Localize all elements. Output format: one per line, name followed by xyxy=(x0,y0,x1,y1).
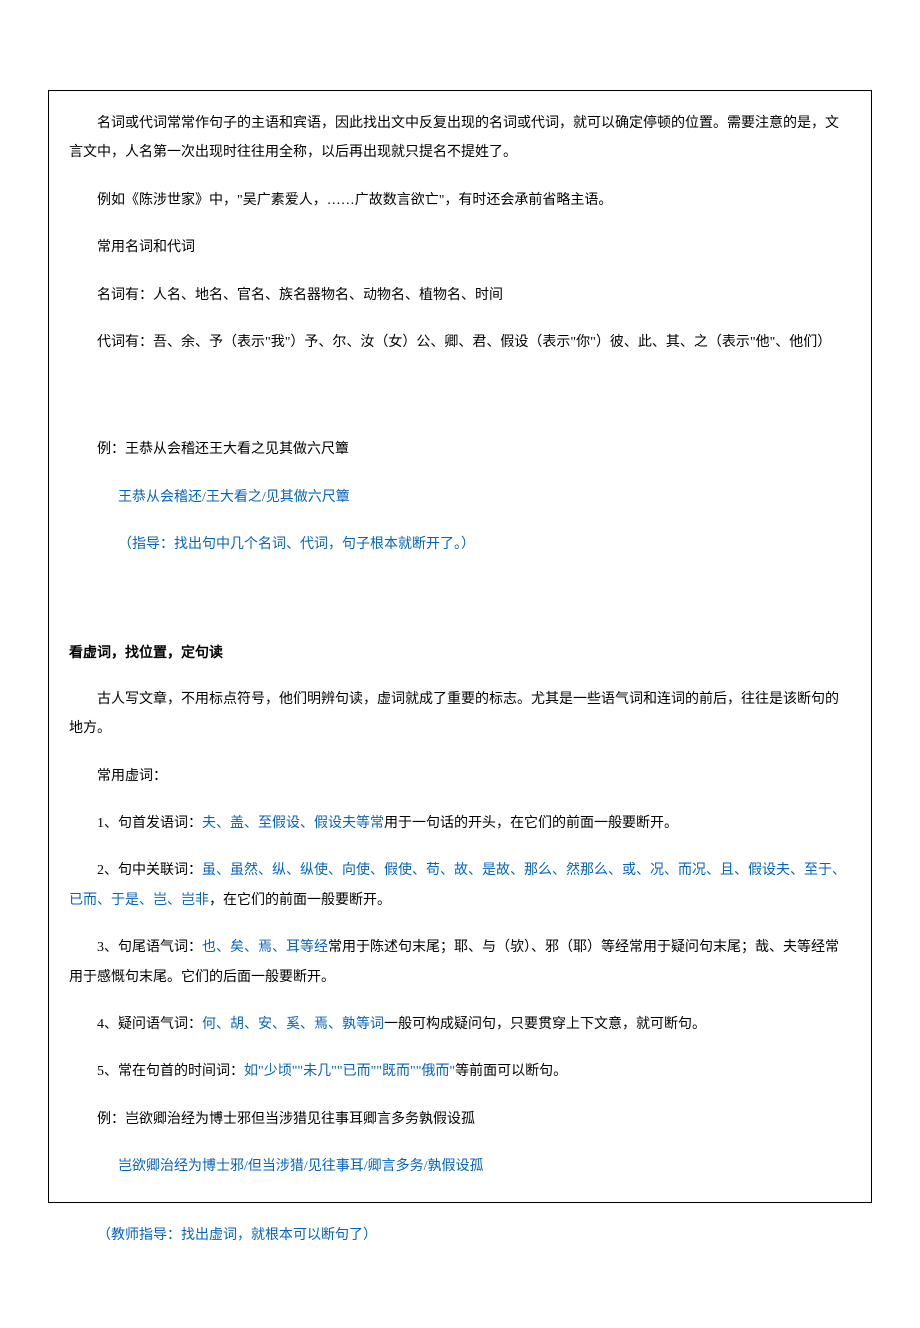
spacer xyxy=(69,578,851,638)
highlighted-terms: 夫、盖、至假设、假设夫等常 xyxy=(202,816,384,831)
example-prompt: 例：岂欲卿治经为博士邪但当涉猎见往事耳卿言多务孰假设孤 xyxy=(69,1105,851,1134)
example-answer: 王恭从会稽还/王大看之/见其做六尺簟 xyxy=(69,483,851,512)
content-box: 名词或代词常常作句子的主语和宾语，因此找出文中反复出现的名词或代词，就可以确定停… xyxy=(48,90,872,1203)
section-heading: 看虚词，找位置，定句读 xyxy=(69,638,851,667)
item-tail: 一般可构成疑问句，只要贯穿上下文意，就可断句。 xyxy=(384,1017,706,1032)
item-tail: 用于一句话的开头，在它们的前面一般要断开。 xyxy=(384,816,678,831)
example-prompt: 例：王恭从会稽还王大看之见其做六尺簟 xyxy=(69,435,851,464)
highlighted-text: 王恭从会稽还/王大看之/见其做六尺簟 xyxy=(118,490,350,505)
highlighted-text: （教师指导：找出虚词，就根本可以断句了） xyxy=(97,1228,377,1243)
highlighted-terms: 如"少顷""未几""已而""既而""俄而" xyxy=(244,1064,455,1079)
highlighted-text: 岂欲卿治经为博士邪/但当涉猎/见往事耳/卿言多务/孰假设孤 xyxy=(118,1159,484,1174)
item-label: 1、句首发语词： xyxy=(97,816,202,831)
item-tail: 等前面可以断句。 xyxy=(455,1064,567,1079)
paragraph-example: 例如《陈涉世家》中，"吴广素爱人，……广故数言欲亡"，有时还会承前省略主语。 xyxy=(69,186,851,215)
item-tail: ，在它们的前面一般要断开。 xyxy=(209,893,391,908)
paragraph: 名词或代词常常作句子的主语和宾语，因此找出文中反复出现的名词或代词，就可以确定停… xyxy=(69,109,851,168)
item-label: 5、常在句首的时间词： xyxy=(97,1064,244,1079)
example-answer: 岂欲卿治经为博士邪/但当涉猎/见往事耳/卿言多务/孰假设孤 xyxy=(69,1152,851,1181)
example-guide: （指导：找出句中几个名词、代词，句子根本就断开了。） xyxy=(69,530,851,559)
list-item-1: 1、句首发语词：夫、盖、至假设、假设夫等常用于一句话的开头，在它们的前面一般要断… xyxy=(69,809,851,838)
highlighted-terms: 何、胡、安、奚、焉、孰等词 xyxy=(202,1017,384,1032)
item-label: 3、句尾语气词： xyxy=(97,940,202,955)
list-item-2: 2、句中关联词：虽、虽然、纵、纵使、向使、假使、苟、故、是故、那么、然那么、或、… xyxy=(69,856,851,915)
paragraph-subheading: 常用虚词： xyxy=(69,762,851,791)
item-label: 2、句中关联词： xyxy=(97,863,202,878)
paragraph-pronouns: 代词有：吾、余、予（表示"我"）予、尔、汝（女）公、卿、君、假设（表示"你"）彼… xyxy=(69,328,851,357)
list-item-5: 5、常在句首的时间词：如"少顷""未几""已而""既而""俄而"等前面可以断句。 xyxy=(69,1057,851,1086)
highlighted-text: （指导：找出句中几个名词、代词，句子根本就断开了。） xyxy=(118,537,475,552)
highlighted-terms: 也、矣、焉、耳等经 xyxy=(202,940,328,955)
paragraph-nouns: 名词有：人名、地名、官名、族名器物名、动物名、植物名、时间 xyxy=(69,281,851,310)
teacher-guide: （教师指导：找出虚词，就根本可以断句了） xyxy=(48,1221,872,1250)
list-item-4: 4、疑问语气词：何、胡、安、奚、焉、孰等词一般可构成疑问句，只要贯穿上下文意，就… xyxy=(69,1010,851,1039)
paragraph-subheading: 常用名词和代词 xyxy=(69,233,851,262)
spacer xyxy=(69,375,851,435)
paragraph: 古人写文章，不用标点符号，他们明辨句读，虚词就成了重要的标志。尤其是一些语气词和… xyxy=(69,685,851,744)
outside-box: （教师指导：找出虚词，就根本可以断句了） xyxy=(48,1203,872,1250)
list-item-3: 3、句尾语气词：也、矣、焉、耳等经常用于陈述句末尾；耶、与（欤）、邪（耶）等经常… xyxy=(69,933,851,992)
item-label: 4、疑问语气词： xyxy=(97,1017,202,1032)
page-container: 名词或代词常常作句子的主语和宾语，因此找出文中反复出现的名词或代词，就可以确定停… xyxy=(0,0,920,1328)
